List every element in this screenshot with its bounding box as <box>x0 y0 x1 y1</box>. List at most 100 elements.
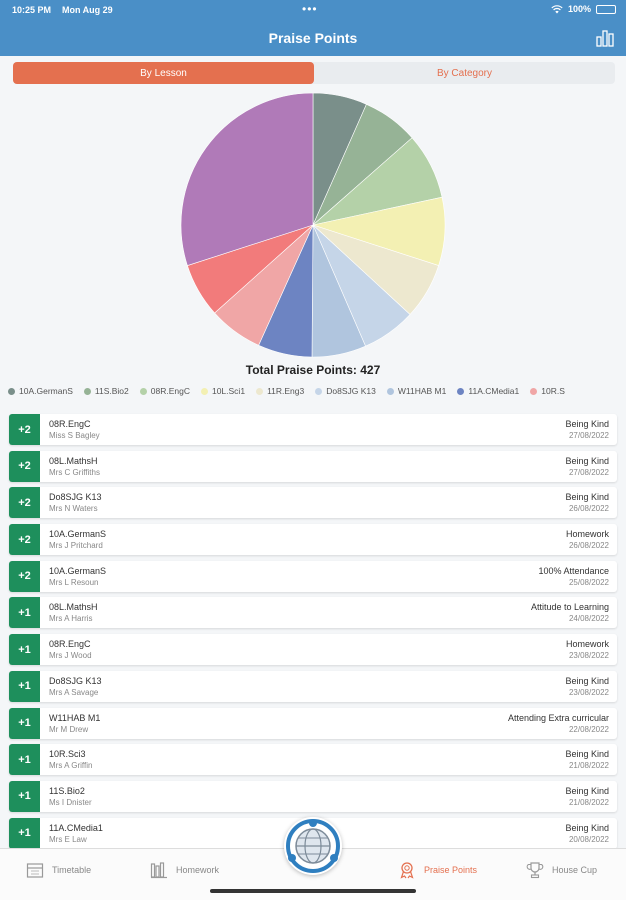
legend-dot <box>457 387 465 395</box>
list-item[interactable]: +1 10R.Sci3 Mrs A Griffin Being Kind 21/08/2… <box>9 744 617 776</box>
legend-dot <box>139 387 147 395</box>
teacher-name: Mrs J Wood <box>49 651 92 661</box>
trophy-icon <box>526 862 544 879</box>
globe-logo-icon <box>286 819 340 873</box>
legend-item: 10L.Sci1 <box>200 386 245 396</box>
list-item[interactable]: +1 Do8SJG K13 Mrs A Savage Being Kind 23/08/… <box>9 670 617 702</box>
legend-item: 11R.Eng3 <box>256 386 304 396</box>
points-badge: +1 <box>9 634 40 666</box>
points-badge: +1 <box>9 670 40 702</box>
list-item[interactable]: +2 Do8SJG K13 Mrs N Waters Being Kind 26/08/… <box>9 487 617 519</box>
tab-house-cup[interactable]: House Cup <box>526 861 597 879</box>
list-item[interactable]: +1 08R.EngC Mrs J Wood Homework 23/08/2022 <box>9 634 617 666</box>
lesson-name: Do8SJG K13 <box>49 675 102 686</box>
calendar-icon <box>26 863 44 878</box>
praise-category: Being Kind <box>565 492 609 503</box>
teacher-name: Mrs A Harris <box>49 614 93 624</box>
praise-date: 27/08/2022 <box>568 467 609 477</box>
legend-label: 11S.Bio2 <box>94 386 129 396</box>
praise-date: 23/08/2022 <box>568 651 609 661</box>
praise-date: 23/08/2022 <box>568 687 609 697</box>
lesson-name: 10A.GermanS <box>49 529 107 540</box>
tab-house-cup-label: House Cup <box>552 865 598 875</box>
teacher-name: Mrs A Savage <box>49 687 99 697</box>
legend-dot <box>256 387 264 395</box>
list-item[interactable]: +1 08L.MathsH Mrs A Harris Attitude to Lear… <box>9 597 617 629</box>
praise-category: Attitude to Learning <box>530 602 609 613</box>
status-right: 100% <box>551 4 616 14</box>
tab-praise-points[interactable]: Praise Points <box>398 861 477 879</box>
status-time: 10:25 PM <box>12 5 52 15</box>
segment-by-category[interactable]: By Category <box>314 62 615 84</box>
points-badge: +1 <box>9 744 40 776</box>
tab-timetable-label: Timetable <box>52 865 92 875</box>
home-indicator[interactable] <box>210 889 416 893</box>
tab-bar: Timetable Homework Praise Points House C… <box>0 817 626 900</box>
legend-label: Do8SJG K13 <box>326 386 376 396</box>
lesson-name: 08L.MathsH <box>49 455 98 466</box>
lesson-name: 11S.Bio2 <box>49 785 85 796</box>
battery-icon <box>596 4 616 14</box>
points-badge: +1 <box>9 780 40 812</box>
legend-dot <box>386 387 394 395</box>
praise-date: 26/08/2022 <box>568 541 609 551</box>
multitasking-dots[interactable]: ••• <box>302 2 318 16</box>
teacher-name: Mrs L Resoun <box>49 577 99 587</box>
teacher-name: Mrs A Griffin <box>49 761 93 771</box>
list-item[interactable]: +2 08R.EngC Miss S Bagley Being Kind 27/08/2… <box>9 414 617 445</box>
lesson-name: 08L.MathsH <box>49 602 98 613</box>
teacher-name: Mrs E Law <box>49 834 87 844</box>
tab-homework-label: Homework <box>176 865 220 875</box>
legend-item: 10R.S <box>530 386 565 396</box>
praise-category: Being Kind <box>565 785 609 796</box>
praise-pie-chart <box>180 92 446 358</box>
points-badge: +2 <box>9 524 40 556</box>
status-date: Mon Aug 29 <box>62 5 113 15</box>
praise-list: +2 08R.EngC Miss S Bagley Being Kind 27/08/2… <box>9 414 617 854</box>
praise-date: 26/08/2022 <box>568 504 609 514</box>
list-item[interactable]: +1 11S.Bio2 Ms I Dnister Being Kind 21/08/20… <box>9 780 617 812</box>
lesson-name: 10R.Sci3 <box>49 749 86 760</box>
praise-date: 25/08/2022 <box>568 577 609 587</box>
total-praise-points: Total Praise Points: 427 <box>245 363 381 377</box>
lesson-name: 10A.GermanS <box>49 565 107 576</box>
list-item[interactable]: +1 W11HAB M1 Mr M Drew Attending Extra curr… <box>9 707 617 739</box>
legend-label: 08R.EngC <box>150 386 190 396</box>
praise-category: Being Kind <box>565 675 609 686</box>
status-bar: 10:25 PM Mon Aug 29 ••• 100% <box>0 0 626 20</box>
points-badge: +2 <box>9 560 40 592</box>
praise-category: Attending Extra curricular <box>507 712 609 723</box>
tab-praise-points-label: Praise Points <box>424 865 478 875</box>
list-item[interactable]: +2 10A.GermanS Mrs J Pritchard Homework 26/0… <box>9 524 617 556</box>
list-item[interactable]: +2 10A.GermanS Mrs L Resoun 100% Attendance… <box>9 560 617 592</box>
legend-dot <box>200 387 208 395</box>
legend-label: 11R.Eng3 <box>267 386 305 396</box>
praise-date: 24/08/2022 <box>568 614 609 624</box>
points-badge: +1 <box>9 707 40 739</box>
legend-label: 10R.S <box>541 386 565 396</box>
lesson-name: 08R.EngC <box>49 419 91 429</box>
list-item[interactable]: +2 08L.MathsH Mrs C Griffiths Being Kind 27/… <box>9 450 617 482</box>
legend-label: W11HAB M1 <box>397 386 447 396</box>
praise-category: Being Kind <box>565 749 609 760</box>
legend-label: 10A.GermanS <box>19 386 73 396</box>
tab-timetable[interactable]: Timetable <box>26 861 91 879</box>
praise-date: 22/08/2022 <box>568 724 609 734</box>
bar-chart-icon[interactable] <box>596 29 614 47</box>
segment-by-lesson[interactable]: By Lesson <box>13 62 314 84</box>
wifi-icon <box>551 4 563 13</box>
teacher-name: Miss S Bagley <box>49 431 100 440</box>
legend-item: 11S.Bio2 <box>83 386 129 396</box>
page-title: Praise Points <box>268 30 358 46</box>
tab-homework[interactable]: Homework <box>150 861 219 879</box>
legend-dot <box>315 387 323 395</box>
praise-category: Homework <box>565 529 609 540</box>
nav-bar: Praise Points <box>0 20 626 56</box>
legend-item: 10A.GermanS <box>8 386 73 396</box>
school-logo-button[interactable] <box>284 817 342 875</box>
teacher-name: Mrs J Pritchard <box>49 541 103 551</box>
lesson-name: 11A.CMedia1 <box>49 822 103 833</box>
award-ribbon-icon <box>400 862 414 879</box>
lesson-name: Do8SJG K13 <box>49 492 102 503</box>
teacher-name: Ms I Dnister <box>49 797 92 807</box>
